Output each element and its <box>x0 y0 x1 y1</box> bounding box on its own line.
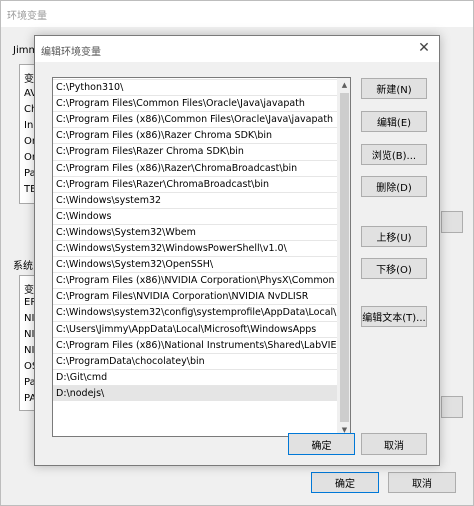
system-variables-group-label: 系统 <box>13 261 33 272</box>
path-list-item-text: C:\Program Files (x86)\Razer Chroma SDK\… <box>56 130 273 142</box>
path-list-item-text: C:\Windows\system32 <box>56 194 162 206</box>
bg-user-button[interactable] <box>441 211 463 233</box>
path-list-item-text: C:\Program Files (x86)\NVIDIA Corporatio… <box>56 275 335 287</box>
edit-button[interactable]: 编辑(E) <box>361 111 427 132</box>
scroll-thumb[interactable] <box>340 93 349 422</box>
system-list-item[interactable]: NI <box>24 329 34 340</box>
path-list-item-text: C:\Program Files (x86)\Common Files\Orac… <box>56 114 334 126</box>
path-list-item[interactable]: C:\Windows <box>53 207 338 224</box>
vertical-scrollbar[interactable]: ▲ ▼ <box>337 78 350 436</box>
edit-environment-variable-dialog: 编辑环境变量 ✕ C:\Python310\ C:\Program Files\C… <box>34 35 440 466</box>
path-list-item[interactable]: C:\Program Files (x86)\NVIDIA Corporatio… <box>53 272 338 288</box>
path-list-item-text: C:\Windows\system32\config\systemprofile… <box>56 307 346 319</box>
path-list-item[interactable]: C:\Program Files\NVIDIA Corporation\NVID… <box>53 288 338 304</box>
path-list-item-text: C:\Program Files\Common Files\Oracle\Jav… <box>56 98 305 110</box>
path-list-item-text: C:\Users\Jimmy\AppData\Local\Microsoft\W… <box>56 323 317 335</box>
browse-button[interactable]: 浏览(B)... <box>361 144 427 165</box>
path-list-item[interactable]: C:\Program Files (x86)\Common Files\Orac… <box>53 111 338 127</box>
path-list-item[interactable]: C:\Program Files\Razer Chroma SDK\bin <box>53 143 338 159</box>
system-list-header: 变 <box>24 285 34 296</box>
path-list-item-text: C:\Program Files\Razer Chroma SDK\bin <box>56 146 244 158</box>
path-list-item-text: C:\Windows\System32\Wbem <box>56 226 196 238</box>
path-list[interactable]: C:\Python310\ C:\Program Files\Common Fil… <box>52 77 351 437</box>
path-list-item-text: C:\Program Files\Razer\ChromaBroadcast\b… <box>56 178 270 190</box>
path-list-item[interactable]: D:\Git\cmd <box>53 368 338 385</box>
path-list-item-text: C:\Program Files\NVIDIA Corporation\NVID… <box>56 291 309 303</box>
move-down-button[interactable]: 下移(O) <box>361 258 427 279</box>
path-list-item-text: C:\Program Files (x86)\National Instrume… <box>56 339 346 351</box>
path-list-item-text: D:\Git\cmd <box>56 371 108 383</box>
user-list-item[interactable]: In <box>24 120 33 131</box>
path-list-item[interactable]: C:\Windows\system32 <box>53 191 338 208</box>
path-list-item[interactable]: C:\Program Files\Common Files\Oracle\Jav… <box>53 95 338 111</box>
system-list-item[interactable]: NI <box>24 345 34 356</box>
bg-ok-button[interactable]: 确定 <box>311 472 379 493</box>
path-list-item-text: C:\ProgramData\chocolatey\bin <box>56 355 205 367</box>
path-list-item-text: C:\Windows <box>56 210 112 222</box>
path-list-item-text: D:\nodejs\ <box>56 387 105 399</box>
path-list-item-text: C:\Windows\System32\OpenSSH\ <box>56 259 214 271</box>
path-list-item[interactable]: C:\Windows\System32\Wbem <box>53 223 338 240</box>
dialog-titlebar: 编辑环境变量 ✕ <box>35 36 439 62</box>
path-list-item[interactable]: C:\Program Files\Razer\ChromaBroadcast\b… <box>53 175 338 192</box>
delete-button[interactable]: 删除(D) <box>361 176 427 197</box>
path-list-item-text: C:\Python310\ <box>56 82 124 93</box>
path-list-item[interactable]: C:\ProgramData\chocolatey\bin <box>53 352 338 369</box>
path-list-item[interactable]: C:\Windows\System32\OpenSSH\ <box>53 256 338 272</box>
edit-text-button[interactable]: 编辑文本(T)... <box>361 306 427 327</box>
path-list-item[interactable]: C:\Windows\system32\config\systemprofile… <box>53 304 345 320</box>
bg-titlebar: 环境变量 <box>1 1 473 27</box>
cancel-button[interactable]: 取消 <box>361 433 427 455</box>
path-list-item[interactable]: C:\Program Files (x86)\National Instrume… <box>53 336 346 353</box>
path-list-item[interactable]: C:\Program Files (x86)\Razer\ChromaBroad… <box>53 159 338 176</box>
path-list-item[interactable]: C:\Users\Jimmy\AppData\Local\Microsoft\W… <box>53 320 338 337</box>
path-list-item[interactable]: D:\nodejs\ <box>53 384 338 401</box>
bg-window-title: 环境变量 <box>7 11 47 22</box>
path-list-item[interactable]: C:\Program Files (x86)\Razer Chroma SDK\… <box>53 127 338 143</box>
system-list-item[interactable]: NI <box>24 313 34 324</box>
bg-cancel-button[interactable]: 取消 <box>388 472 456 493</box>
user-list-header: 变 <box>24 74 34 85</box>
bg-system-button[interactable] <box>441 396 463 418</box>
ok-button[interactable]: 确定 <box>288 433 355 455</box>
path-list-item-text: C:\Program Files (x86)\Razer\ChromaBroad… <box>56 162 298 174</box>
path-list-item-text: C:\Windows\System32\WindowsPowerShell\v1… <box>56 243 287 254</box>
move-up-button[interactable]: 上移(U) <box>361 226 427 247</box>
scroll-up-icon[interactable]: ▲ <box>338 78 350 91</box>
close-icon[interactable]: ✕ <box>415 39 433 57</box>
dialog-title: 编辑环境变量 <box>41 47 101 58</box>
path-list-item[interactable]: C:\Python310\ <box>53 79 338 95</box>
new-button[interactable]: 新建(N) <box>361 78 427 99</box>
path-list-item[interactable]: C:\Windows\System32\WindowsPowerShell\v1… <box>53 240 338 256</box>
